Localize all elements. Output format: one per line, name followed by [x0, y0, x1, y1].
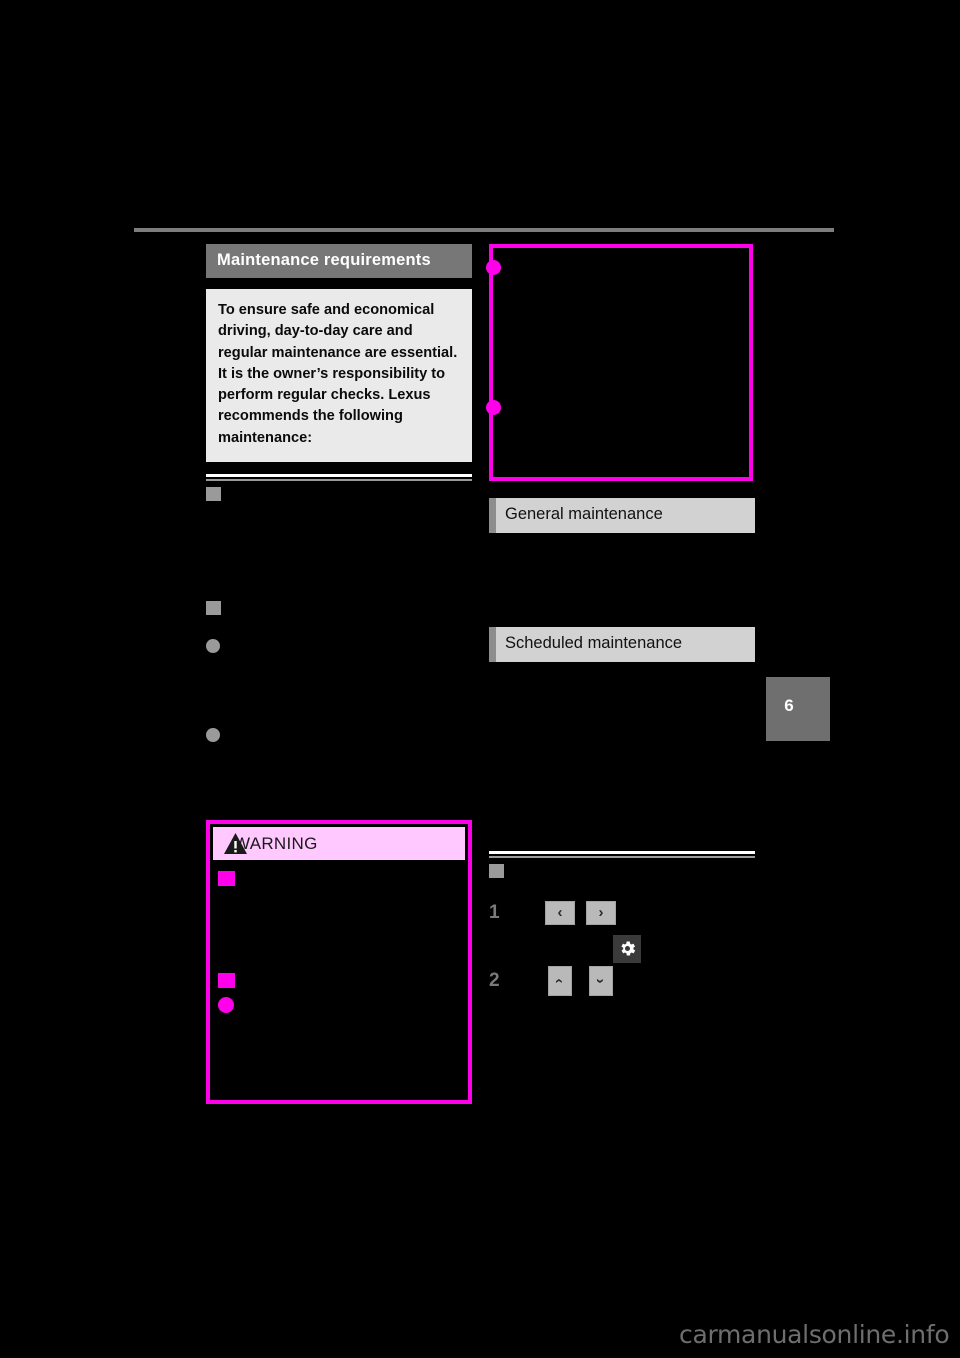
warning-item: [218, 971, 460, 988]
step-number: 1: [489, 902, 500, 924]
chapter-tab: 6: [766, 677, 830, 741]
subhead-rule-bottom: [206, 479, 472, 482]
bar-accent: [489, 498, 496, 533]
chapter-number: 6: [784, 696, 794, 715]
intro-paragraph: To ensure safe and economical driving, d…: [206, 288, 472, 463]
chevron-up-icon[interactable]: ‹: [548, 965, 572, 996]
chevron-down-icon[interactable]: ›: [589, 965, 613, 996]
warning-item: [218, 869, 460, 886]
dot-bullet-icon: [206, 728, 220, 743]
step-row-2: 2 ‹ ›: [489, 965, 755, 996]
section-bar-label: General maintenance: [505, 505, 663, 523]
gear-icon[interactable]: [613, 934, 641, 963]
left-column: Maintenance requirements To ensure safe …: [206, 244, 472, 744]
section-title-maintenance-requirements: Maintenance requirements: [206, 244, 472, 278]
subhead-line-2: [206, 599, 472, 617]
warning-body: [210, 860, 468, 1021]
square-bullet-icon: [489, 863, 504, 878]
list-item: [206, 726, 472, 744]
subhead-block-1: [206, 474, 472, 599]
callout-bullet-icon: [486, 260, 501, 275]
square-bullet-icon: [206, 601, 221, 616]
section-bar-general-maintenance: General maintenance: [489, 498, 755, 533]
right-column: General maintenance Scheduled maintenanc…: [486, 244, 755, 1006]
page-top-rule: [134, 228, 834, 232]
watermark: carmanualsonline.info: [679, 1320, 950, 1349]
subhead-line-right: [489, 862, 755, 880]
numbered-steps: 1 ‹ › 2 ‹ ›: [489, 898, 755, 996]
subhead-line-1: [206, 485, 472, 503]
section-bar-scheduled-maintenance: Scheduled maintenance: [489, 626, 755, 662]
section-bar-label: Scheduled maintenance: [505, 633, 683, 652]
callout-bullet-icon: [486, 400, 501, 415]
square-bullet-icon: [218, 871, 235, 886]
chevron-left-icon[interactable]: ‹: [545, 900, 575, 925]
subhead-block-right: [489, 850, 755, 880]
chevron-right-icon[interactable]: ›: [586, 900, 616, 925]
dot-bullet-icon: [218, 997, 234, 1013]
warning-header: WARNING: [213, 827, 465, 860]
bar-accent: [489, 626, 496, 662]
list-item: [206, 637, 472, 655]
subhead-rule-bottom: [489, 855, 755, 858]
step-row-1: 1 ‹ ›: [489, 898, 755, 928]
callout-box: [486, 244, 753, 481]
square-bullet-icon: [218, 973, 235, 988]
warning-box: WARNING: [206, 820, 472, 1104]
dot-bullet-icon: [206, 639, 220, 654]
gear-button-row: [489, 934, 755, 964]
step-number: 2: [489, 970, 500, 992]
warning-item: [218, 995, 460, 1013]
square-bullet-icon: [206, 487, 221, 502]
manual-page: Maintenance requirements To ensure safe …: [0, 0, 960, 1358]
